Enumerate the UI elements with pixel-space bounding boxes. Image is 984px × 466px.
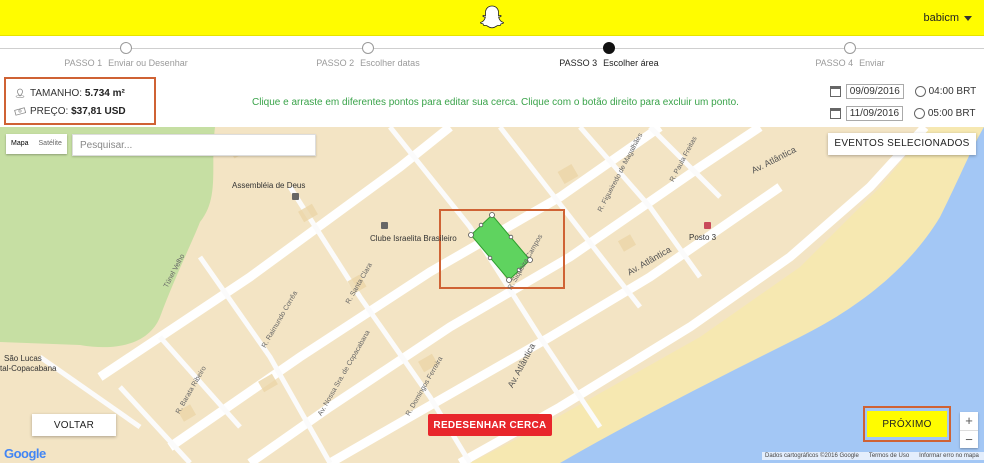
map-type-satellite[interactable]: Satélite	[34, 134, 67, 154]
map-pin-icon	[15, 88, 25, 99]
place-label-posto3: Posto 3	[689, 233, 717, 242]
price-value: $37,81 USD	[71, 106, 126, 117]
start-datetime: 09/09/2016 04:00 BRT	[830, 84, 976, 102]
map-search-input[interactable]: Pesquisar...	[72, 134, 316, 156]
price-row: PREÇO: $37,81 USD	[14, 106, 126, 120]
terms-link[interactable]: Termos de Uso	[869, 453, 909, 459]
step-dot	[844, 42, 856, 54]
place-label-tal-copacabana: tal-Copacabana	[0, 364, 57, 373]
place-label-sao-lucas: São Lucas	[4, 354, 42, 363]
start-date-field[interactable]: 09/09/2016	[845, 84, 904, 99]
step-2[interactable]: PASSO 2 Escolher datas	[288, 42, 448, 68]
clock-icon	[914, 86, 926, 97]
price-label: PREÇO:	[30, 106, 69, 117]
size-row: TAMANHO: 5.734 m²	[14, 88, 125, 102]
google-logo: Google	[4, 446, 46, 461]
step-label: Enviar	[859, 58, 885, 68]
step-3[interactable]: PASSO 3 Escolher área	[529, 42, 689, 68]
step-1[interactable]: PASSO 1 Enviar ou Desenhar	[46, 42, 206, 68]
posto-icon	[704, 222, 711, 229]
map-canvas[interactable]	[0, 127, 984, 463]
step-label: Escolher área	[603, 58, 659, 68]
end-time[interactable]: 05:00 BRT	[928, 108, 976, 119]
header-bar: babicm	[0, 0, 984, 36]
step-number: PASSO 1	[64, 58, 103, 68]
map-graphic	[0, 127, 984, 463]
size-value: 5.734 m²	[84, 88, 125, 99]
step-dot	[120, 42, 132, 54]
zoom-control: + −	[960, 412, 978, 448]
step-progress: PASSO 1 Enviar ou Desenhar PASSO 2 Escolhe…	[0, 40, 984, 74]
end-date-field[interactable]: 11/09/2016	[845, 106, 904, 121]
church-icon	[292, 193, 299, 200]
place-label-clube: Clube Israelita Brasileiro	[370, 234, 457, 243]
end-datetime: 11/09/2016 05:00 BRT	[830, 106, 976, 124]
redraw-fence-button[interactable]: REDESENHAR CERCA	[428, 414, 552, 436]
attribution-data: Dados cartográficos ©2016 Google	[765, 453, 859, 459]
zoom-in-button[interactable]: +	[960, 412, 978, 430]
caret-down-icon	[964, 15, 972, 21]
step-dot-active	[603, 42, 615, 54]
user-name: babicm	[923, 12, 959, 24]
map-attribution: Dados cartográficos ©2016 Google Termos d…	[762, 452, 984, 460]
instruction-text: Clique e arraste em diferentes pontos pa…	[252, 97, 739, 108]
clock-icon	[913, 108, 925, 119]
step-label: Enviar ou Desenhar	[108, 58, 188, 68]
money-icon	[14, 107, 26, 117]
size-price-box: TAMANHO: 5.734 m² PREÇO: $37,81 USD	[4, 77, 156, 125]
user-menu[interactable]: babicm	[924, 12, 972, 24]
back-button[interactable]: VOLTAR	[32, 414, 116, 436]
step-number: PASSO 2	[316, 58, 355, 68]
map-type-map[interactable]: Mapa	[6, 134, 34, 154]
next-button[interactable]: PRÓXIMO	[867, 411, 947, 437]
size-label: TAMANHO:	[30, 88, 83, 99]
report-error-link[interactable]: Informar erro no mapa	[919, 453, 979, 459]
step-4[interactable]: PASSO 4 Enviar	[770, 42, 930, 68]
map-type-control: Mapa Satélite	[6, 134, 67, 154]
step-number: PASSO 3	[559, 58, 598, 68]
step-label: Escolher datas	[360, 58, 420, 68]
snapchat-ghost-icon[interactable]	[480, 5, 504, 31]
step-dot	[362, 42, 374, 54]
step-number: PASSO 4	[815, 58, 854, 68]
app: babicm PASSO 1 Enviar ou Desenhar PASSO 2…	[0, 0, 984, 466]
start-time[interactable]: 04:00 BRT	[929, 86, 977, 97]
google-logo-text: Google	[4, 446, 46, 461]
selected-events-button[interactable]: EVENTOS SELECIONADOS	[828, 133, 976, 155]
calendar-icon	[830, 108, 841, 119]
zoom-out-button[interactable]: −	[960, 430, 978, 448]
calendar-icon	[830, 86, 841, 97]
building-icon	[381, 222, 388, 229]
place-label-assembleia: Assembléia de Deus	[232, 181, 306, 190]
